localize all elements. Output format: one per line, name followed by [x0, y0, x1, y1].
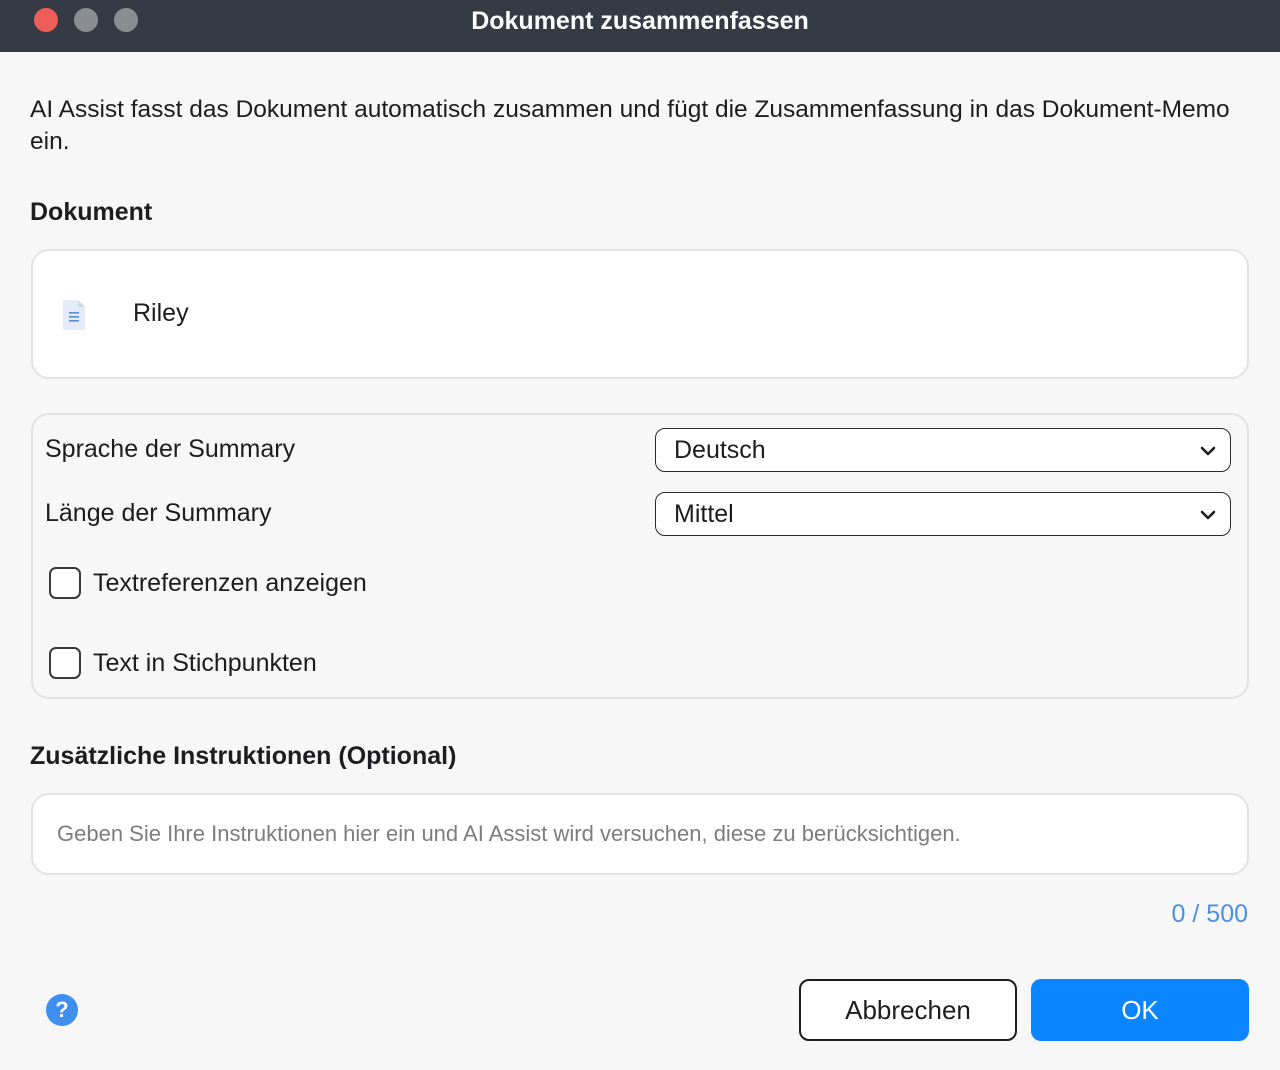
show-text-references-checkbox[interactable] — [49, 567, 81, 599]
document-icon — [63, 300, 85, 330]
document-section-label: Dokument — [30, 198, 153, 226]
cancel-button[interactable]: Abbrechen — [799, 979, 1017, 1041]
help-button[interactable]: ? — [46, 994, 78, 1026]
show-text-references-label: Textreferenzen anzeigen — [93, 568, 367, 597]
window-controls — [34, 8, 138, 32]
window-title: Dokument zusammenfassen — [471, 6, 809, 35]
bullet-points-option[interactable]: Text in Stichpunkten — [49, 647, 317, 679]
minimize-window-button[interactable] — [74, 8, 98, 32]
language-select[interactable]: Deutsch — [655, 428, 1231, 472]
document-card: Riley — [31, 249, 1249, 379]
instructions-input[interactable] — [31, 793, 1249, 875]
length-select[interactable]: Mittel — [655, 492, 1231, 536]
window-titlebar: Dokument zusammenfassen — [0, 0, 1280, 52]
ok-button[interactable]: OK — [1031, 979, 1249, 1041]
chevron-down-icon — [1200, 446, 1216, 456]
summary-options-panel: Sprache der Summary Deutsch Länge der Su… — [31, 413, 1249, 699]
chevron-down-icon — [1200, 510, 1216, 520]
show-text-references-option[interactable]: Textreferenzen anzeigen — [49, 567, 367, 599]
language-select-value: Deutsch — [674, 435, 766, 464]
language-label: Sprache der Summary — [45, 435, 296, 463]
length-select-value: Mittel — [674, 499, 734, 528]
instructions-section-label: Zusätzliche Instruktionen (Optional) — [30, 742, 457, 770]
bullet-points-checkbox[interactable] — [49, 647, 81, 679]
document-name: Riley — [133, 299, 189, 327]
bullet-points-label: Text in Stichpunkten — [93, 648, 317, 677]
maximize-window-button[interactable] — [114, 8, 138, 32]
dialog-description: AI Assist fasst das Dokument automatisch… — [30, 96, 1230, 155]
help-icon: ? — [55, 997, 69, 1022]
character-counter: 0 / 500 — [1171, 900, 1248, 928]
dialog-content: AI Assist fasst das Dokument automatisch… — [0, 52, 1280, 1070]
close-window-button[interactable] — [34, 8, 58, 32]
length-label: Länge der Summary — [45, 499, 272, 527]
